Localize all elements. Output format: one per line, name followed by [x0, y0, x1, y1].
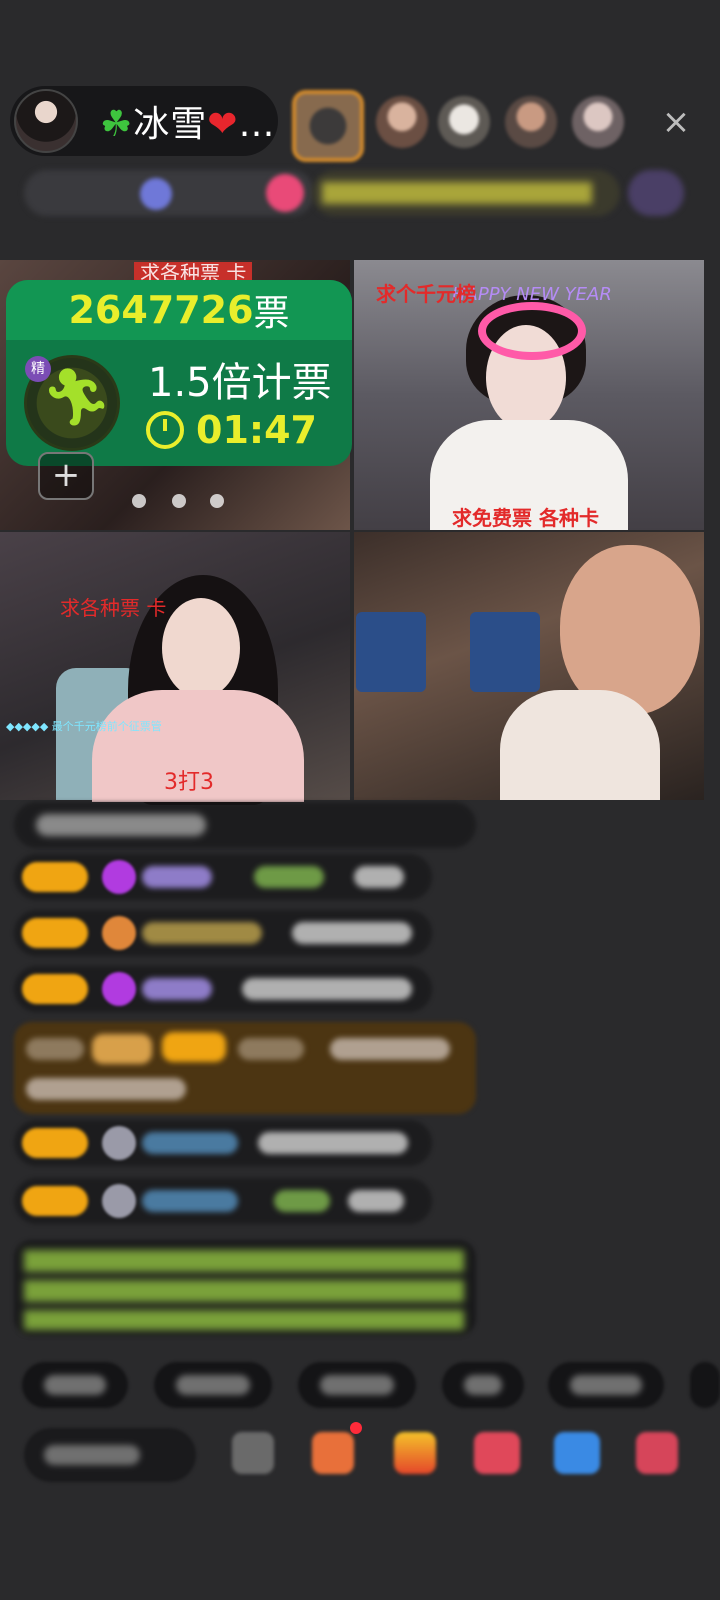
- close-button[interactable]: ×: [656, 102, 696, 142]
- gem-icon: [102, 972, 136, 1006]
- carousel-dot[interactable]: [210, 494, 224, 508]
- running-man-icon: 🏃︎: [41, 365, 113, 430]
- timer-text: 01:47: [196, 408, 317, 452]
- notification-dot: [350, 1422, 362, 1434]
- game-icon[interactable]: [474, 1432, 520, 1474]
- carousel-dot[interactable]: [132, 494, 146, 508]
- chat-message[interactable]: [14, 802, 476, 848]
- vote-unit: 票: [253, 293, 290, 334]
- vote-total: 2647726 票: [6, 280, 352, 340]
- gift-name: [238, 1038, 304, 1060]
- buff-badge: 🏃︎ 精: [24, 355, 120, 451]
- top-viewer-avatar-1[interactable]: [292, 90, 364, 162]
- train-seat: [356, 612, 426, 692]
- avatar-icon: [102, 1126, 136, 1160]
- red-packet-icon[interactable]: [394, 1432, 436, 1474]
- rank-icon: [140, 178, 172, 210]
- chat-text: [292, 922, 412, 944]
- user-level-badge: [22, 1128, 88, 1158]
- chat-text: [258, 1132, 408, 1154]
- badge-tag: 精: [25, 356, 51, 382]
- tile2-bottom-label: 求免费票 各种卡: [452, 506, 599, 530]
- link-mic-icon[interactable]: [554, 1432, 600, 1474]
- gem-icon: [102, 860, 136, 894]
- quick-reply-chip[interactable]: [298, 1362, 416, 1408]
- user-level-badge: [22, 918, 88, 948]
- chat-text: [354, 866, 404, 888]
- user-level-badge: [22, 862, 88, 892]
- gift-badge: [92, 1034, 152, 1064]
- more-badge[interactable]: [628, 170, 684, 216]
- tile2-top-label: 求个千元榜: [376, 282, 476, 306]
- event-banner-text: [322, 182, 592, 204]
- host-name-text: 冰雪: [133, 104, 208, 145]
- comment-input[interactable]: [24, 1428, 196, 1482]
- mask-sticker: [478, 302, 586, 360]
- vote-count: 2647726: [68, 288, 254, 332]
- host-avatar[interactable]: [14, 89, 78, 153]
- tile3-small-label: ◆◆◆◆◆ 最个千元榜前个征票管: [6, 720, 162, 733]
- close-icon: ×: [661, 102, 691, 142]
- train-seat: [470, 612, 540, 692]
- chat-target: [254, 866, 324, 888]
- quick-reply-chip[interactable]: [22, 1362, 128, 1408]
- tile3-top-label: 求各种票 卡: [60, 596, 167, 620]
- chat-text: [242, 978, 412, 1000]
- streamer-3-face: [162, 598, 240, 698]
- quick-reply-chip[interactable]: [154, 1362, 272, 1408]
- chat-username[interactable]: [142, 866, 212, 888]
- shop-icon[interactable]: [312, 1432, 354, 1474]
- gift-user: [26, 1038, 84, 1060]
- top-viewer-avatar-5[interactable]: [572, 96, 624, 148]
- host-name-ellipsis: …: [238, 104, 276, 145]
- vote-multiplier: 1.5倍计票: [148, 360, 332, 406]
- quick-reply-chip[interactable]: [690, 1362, 720, 1408]
- host-info-pill[interactable]: ☘冰雪❤…: [10, 86, 278, 156]
- top-viewer-avatar-4[interactable]: [505, 96, 557, 148]
- chat-username[interactable]: [142, 978, 212, 1000]
- chat-text: [348, 1190, 404, 1212]
- quick-reply-chip[interactable]: [442, 1362, 524, 1408]
- add-vote-button[interactable]: +: [38, 452, 94, 500]
- host-name: ☘冰雪❤…: [100, 95, 275, 147]
- plus-icon: +: [51, 455, 81, 495]
- top-viewer-avatar-3[interactable]: [438, 96, 490, 148]
- gift-ranking-icon[interactable]: [266, 174, 304, 212]
- emoji-icon[interactable]: [232, 1432, 274, 1474]
- gift-icon[interactable]: [636, 1432, 678, 1474]
- chat-username[interactable]: [142, 1132, 238, 1154]
- top-viewer-avatar-2[interactable]: [376, 96, 428, 148]
- gift-text: [330, 1038, 450, 1060]
- gift-text: [26, 1078, 186, 1100]
- heart-icon: ❤: [207, 104, 239, 145]
- clock-icon: [146, 411, 184, 449]
- streamer-4-body: [500, 690, 660, 800]
- badge-icon: [102, 916, 136, 950]
- tile3-score: 3打3: [164, 770, 214, 795]
- chat-username[interactable]: [142, 922, 262, 944]
- quick-reply-chip[interactable]: [548, 1362, 664, 1408]
- gift-level: [162, 1032, 226, 1062]
- vote-timer: 01:47: [146, 408, 317, 452]
- system-message-text: [24, 1250, 464, 1330]
- avatar-icon: [102, 1184, 136, 1218]
- carousel-dot[interactable]: [172, 494, 186, 508]
- chat-target: [274, 1190, 330, 1212]
- user-level-badge: [22, 974, 88, 1004]
- gift-notification[interactable]: [14, 1022, 476, 1114]
- clover-icon: ☘: [100, 104, 134, 145]
- chat-username[interactable]: [142, 1190, 238, 1212]
- user-level-badge: [22, 1186, 88, 1216]
